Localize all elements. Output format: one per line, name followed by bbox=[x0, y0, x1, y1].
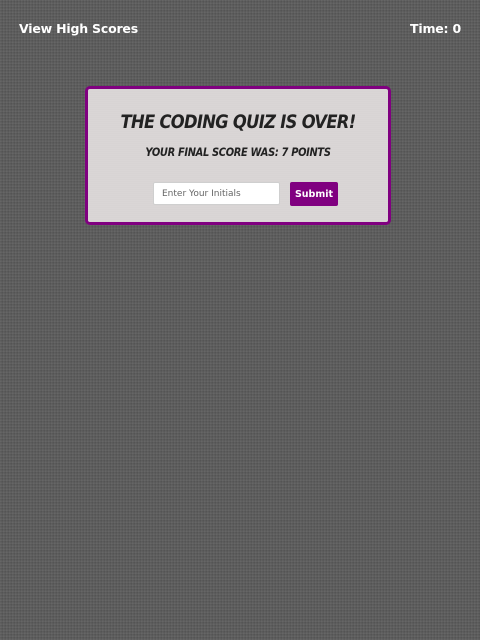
submit-button[interactable]: Submit bbox=[290, 182, 338, 206]
quiz-over-title: The Coding Quiz Is Over! bbox=[120, 111, 357, 133]
quiz-over-card: The Coding Quiz Is Over! Your Final Scor… bbox=[85, 86, 391, 225]
timer: Time: 0 bbox=[410, 21, 461, 36]
view-high-scores-link[interactable]: View High Scores bbox=[19, 21, 138, 36]
initials-input[interactable] bbox=[153, 182, 280, 205]
initials-form: Submit bbox=[88, 182, 388, 206]
final-score-text: Your Final Score Was: 7 Points bbox=[145, 145, 331, 159]
